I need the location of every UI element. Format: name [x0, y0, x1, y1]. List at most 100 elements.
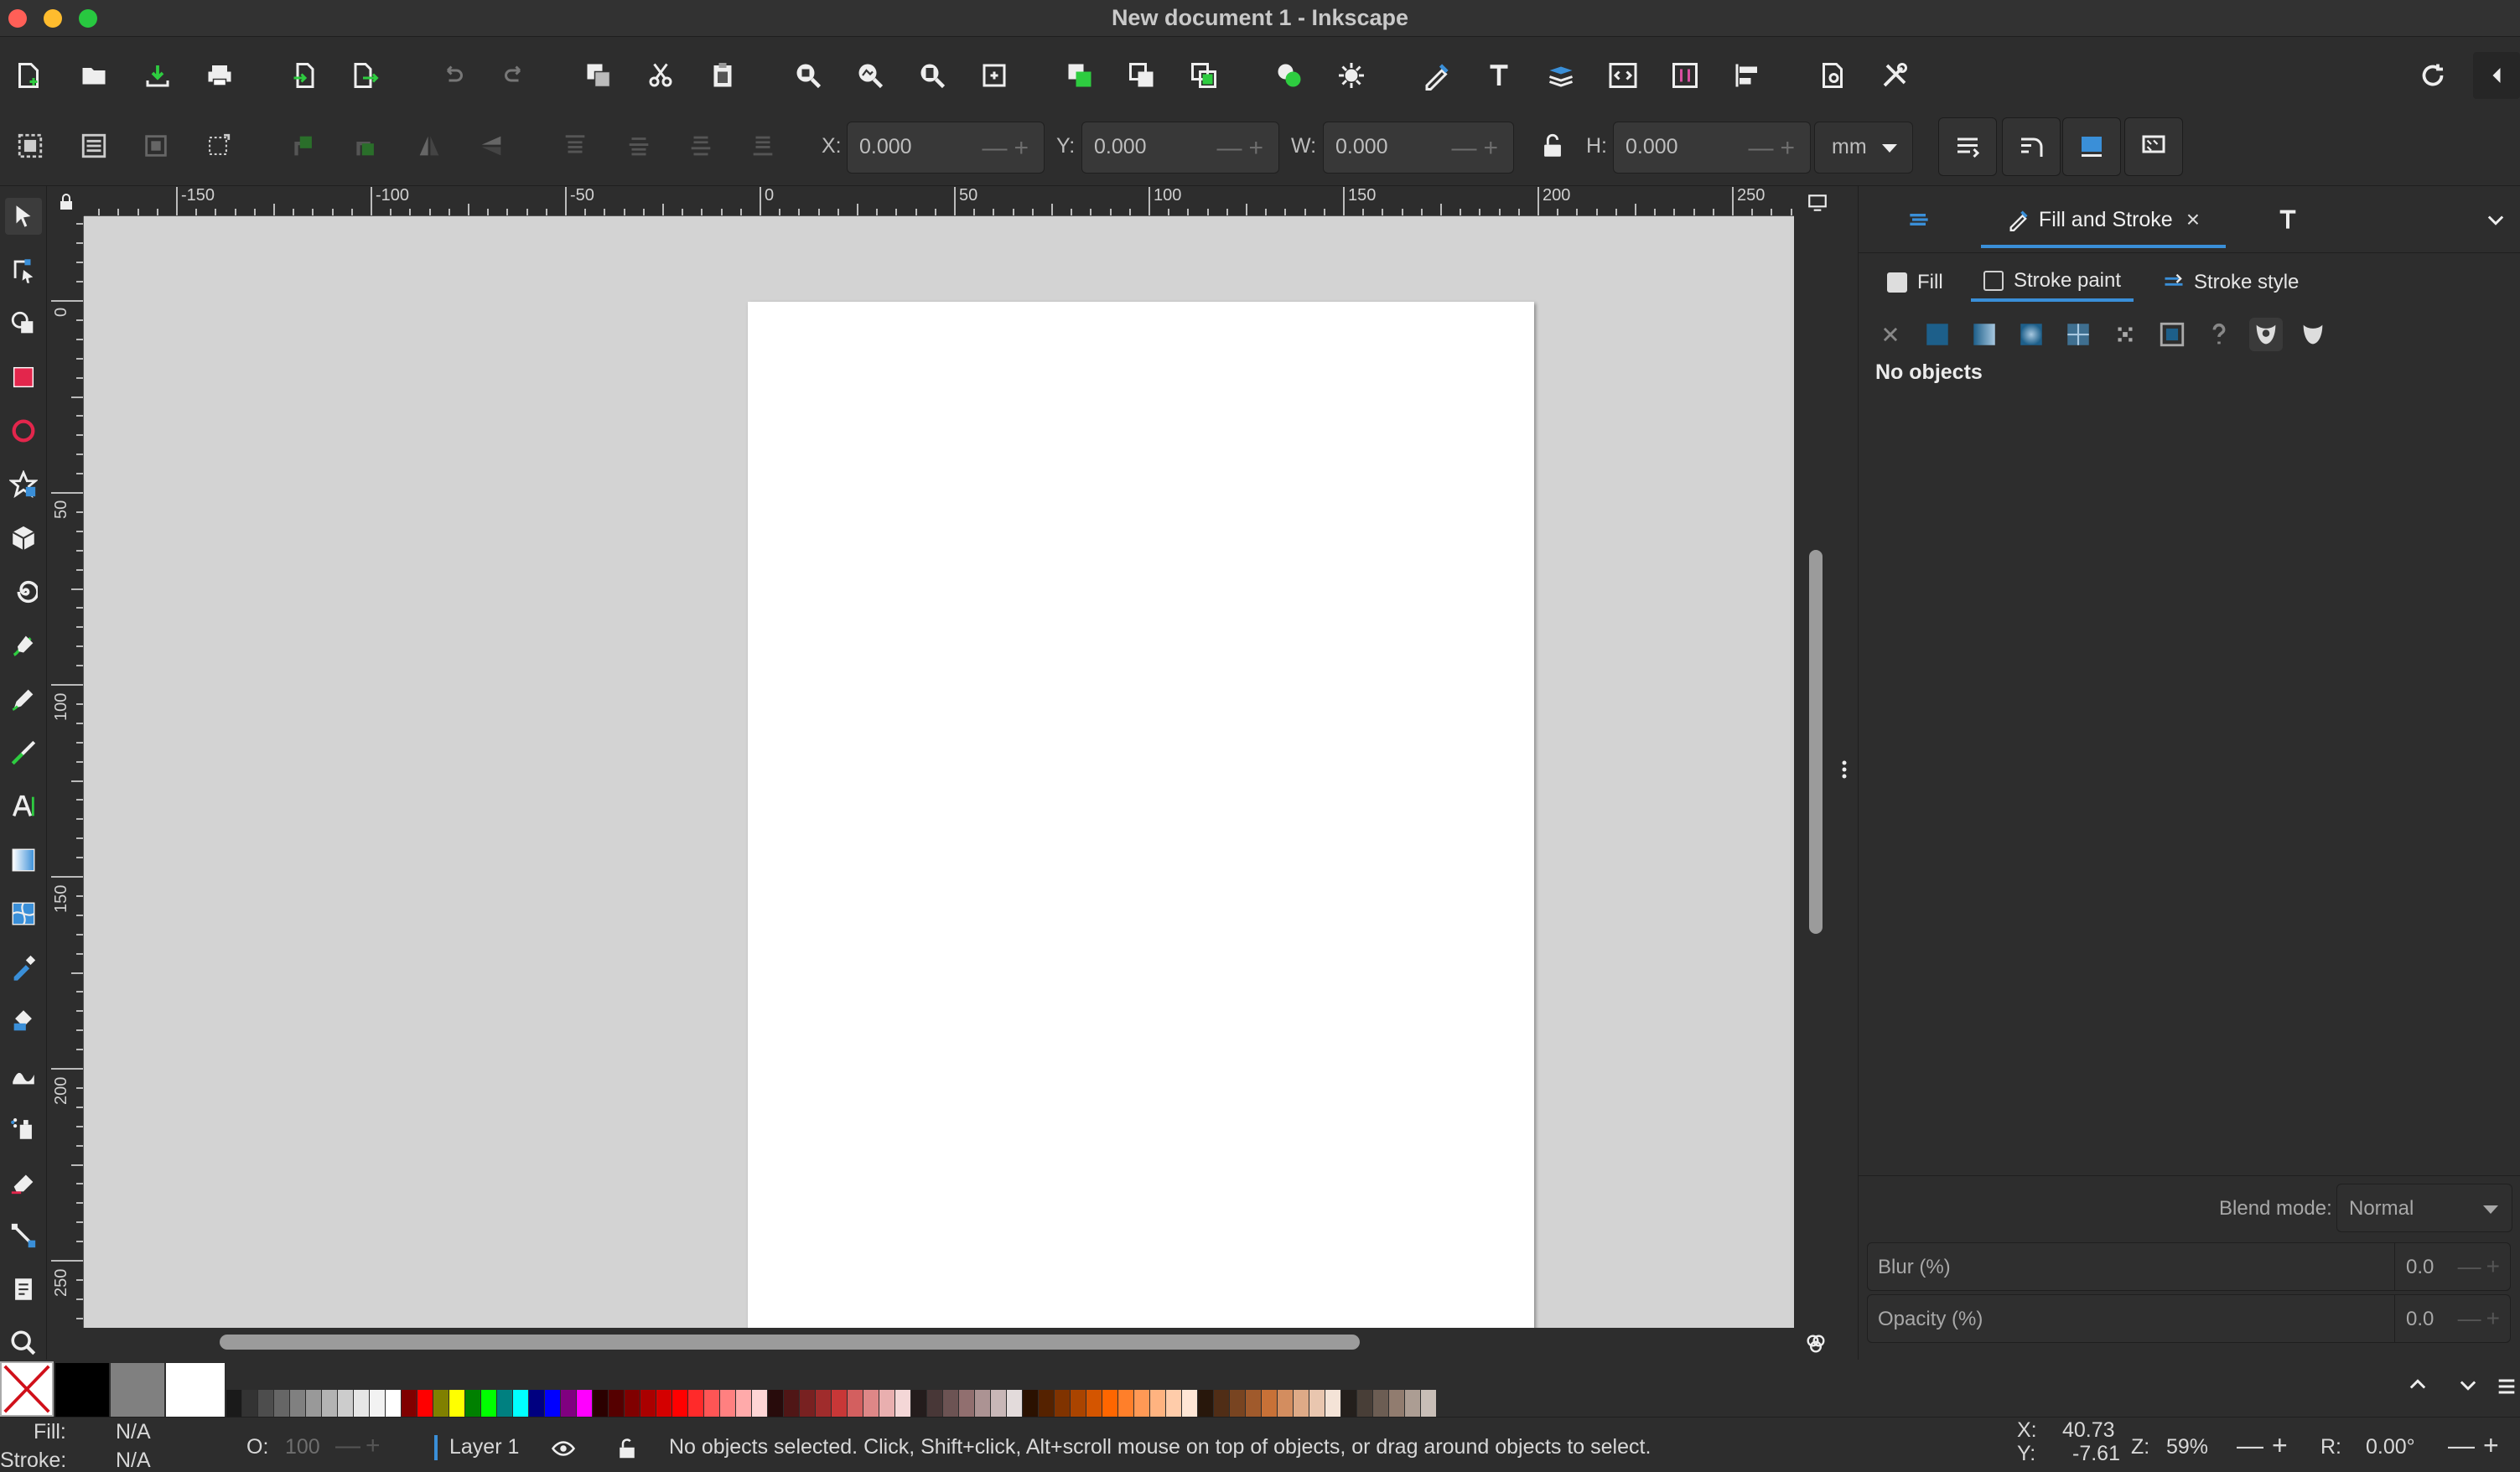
color-swatch[interactable] — [1150, 1390, 1165, 1417]
sync-icon[interactable] — [2409, 52, 2456, 99]
color-swatch[interactable] — [959, 1390, 974, 1417]
close-tab-icon[interactable]: × — [2186, 206, 2200, 233]
color-swatch[interactable] — [1214, 1390, 1229, 1417]
calligraphy-icon[interactable] — [5, 734, 42, 771]
color-swatch[interactable] — [1023, 1390, 1038, 1417]
color-swatch[interactable] — [386, 1390, 401, 1417]
color-swatch[interactable] — [274, 1390, 289, 1417]
color-swatch[interactable] — [1389, 1390, 1404, 1417]
color-swatch[interactable] — [1182, 1390, 1197, 1417]
zoom-value[interactable]: 59% — [2166, 1435, 2208, 1459]
gradient-icon[interactable] — [5, 842, 42, 879]
color-swatch[interactable] — [895, 1390, 910, 1417]
w-field[interactable]: 0.000 —+ — [1323, 122, 1514, 174]
box3d-icon[interactable] — [5, 520, 42, 557]
zoom-center-page-icon[interactable] — [971, 52, 1018, 99]
rotation-value[interactable]: 0.00° — [2366, 1435, 2415, 1459]
pages-icon[interactable] — [5, 1271, 42, 1308]
redo-icon[interactable] — [491, 52, 538, 99]
rotation-stepper[interactable]: —+ — [2448, 1430, 2507, 1461]
color-manage-icon[interactable] — [1799, 1329, 1833, 1358]
dock-handle-icon[interactable] — [1841, 759, 1848, 780]
tab-stroke-paint[interactable]: Stroke paint — [1971, 263, 2134, 302]
color-swatch[interactable] — [577, 1390, 592, 1417]
raise-to-top-icon[interactable] — [552, 122, 599, 169]
scale-stroke-icon[interactable] — [1938, 117, 1997, 176]
move-patterns-icon[interactable] — [2124, 117, 2183, 176]
horizontal-scrollbar[interactable] — [220, 1335, 1360, 1350]
color-swatch[interactable] — [720, 1390, 735, 1417]
lower-icon[interactable] — [677, 122, 724, 169]
print-icon[interactable] — [196, 52, 243, 99]
color-swatch[interactable] — [1325, 1390, 1340, 1417]
fill-rule-evenodd-icon[interactable] — [2249, 318, 2283, 351]
color-swatch[interactable] — [975, 1390, 990, 1417]
color-swatch[interactable] — [752, 1390, 767, 1417]
flip-horizontal-icon[interactable] — [406, 122, 453, 169]
y-stepper[interactable]: —+ — [1216, 134, 1270, 163]
zoom-stepper[interactable]: —+ — [2237, 1430, 2296, 1461]
color-swatch[interactable] — [513, 1390, 528, 1417]
blur-stepper[interactable]: —+ — [2458, 1253, 2505, 1280]
color-swatch[interactable] — [879, 1390, 894, 1417]
opacity-stepper[interactable]: —+ — [2458, 1305, 2505, 1332]
color-swatch[interactable] — [672, 1390, 687, 1417]
color-swatch[interactable] — [497, 1390, 512, 1417]
color-swatch[interactable] — [736, 1390, 751, 1417]
text-icon[interactable] — [5, 788, 42, 825]
color-swatch[interactable] — [529, 1390, 544, 1417]
color-swatch[interactable] — [322, 1390, 337, 1417]
color-swatch[interactable] — [1262, 1390, 1277, 1417]
rotate-ccw-icon[interactable] — [280, 122, 327, 169]
paint-none-icon[interactable] — [1874, 318, 1907, 351]
text-tab-icon[interactable] — [2269, 201, 2306, 238]
selector-icon[interactable] — [5, 198, 42, 235]
zoom-icon[interactable] — [5, 1324, 42, 1361]
palette-menu-icon[interactable] — [2495, 1375, 2520, 1408]
tab-stroke-style[interactable]: Stroke style — [2162, 263, 2299, 302]
paint-pattern-icon[interactable] — [2108, 318, 2142, 351]
color-swatch[interactable] — [226, 1390, 241, 1417]
connector-icon[interactable] — [5, 1217, 42, 1254]
preferences-icon[interactable] — [1871, 52, 1918, 99]
open-file-icon[interactable] — [70, 52, 117, 99]
color-swatch[interactable] — [561, 1390, 576, 1417]
color-swatch[interactable] — [1230, 1390, 1245, 1417]
ellipse-icon[interactable] — [5, 412, 42, 449]
color-swatch[interactable] — [704, 1390, 719, 1417]
color-swatch[interactable] — [800, 1390, 815, 1417]
xml-editor-icon[interactable] — [1600, 52, 1646, 99]
color-swatch[interactable] — [863, 1390, 879, 1417]
color-swatch[interactable] — [465, 1390, 480, 1417]
h-stepper[interactable]: —+ — [1748, 134, 1802, 163]
color-swatch[interactable] — [1421, 1390, 1436, 1417]
document-page[interactable] — [748, 302, 1534, 1328]
new-document-icon[interactable] — [5, 52, 52, 99]
color-swatch[interactable] — [927, 1390, 942, 1417]
color-swatch[interactable] — [1405, 1390, 1420, 1417]
zoom-drawing-icon[interactable] — [847, 52, 894, 99]
expand-toolbar-icon[interactable] — [2473, 52, 2520, 99]
current-layer[interactable]: Layer 1 — [449, 1435, 519, 1459]
color-swatch[interactable] — [242, 1390, 257, 1417]
color-swatch[interactable] — [1102, 1390, 1117, 1417]
x-stepper[interactable]: —+ — [982, 134, 1035, 163]
cut-icon[interactable] — [637, 52, 684, 99]
dock-menu-chevron-icon[interactable] — [2479, 203, 2512, 236]
object-properties-icon[interactable] — [1662, 52, 1709, 99]
color-swatch[interactable] — [1246, 1390, 1261, 1417]
document-properties-icon[interactable] — [1809, 52, 1856, 99]
fill-rule-nonzero-icon[interactable] — [2296, 318, 2330, 351]
pencil-icon[interactable] — [5, 681, 42, 718]
y-field[interactable]: 0.000 —+ — [1081, 122, 1279, 174]
spray-icon[interactable] — [5, 1110, 42, 1147]
color-swatch[interactable] — [1341, 1390, 1356, 1417]
flip-vertical-icon[interactable] — [468, 122, 515, 169]
color-swatch[interactable] — [1309, 1390, 1325, 1417]
duplicate-icon[interactable] — [575, 52, 622, 99]
blur-field[interactable]: Blur (%) 0.0 —+ — [1867, 1242, 2511, 1291]
color-swatch[interactable] — [1166, 1390, 1181, 1417]
color-swatch[interactable] — [688, 1390, 703, 1417]
fill-stroke-dialog-icon[interactable] — [1413, 52, 1460, 99]
color-swatch[interactable] — [656, 1390, 671, 1417]
